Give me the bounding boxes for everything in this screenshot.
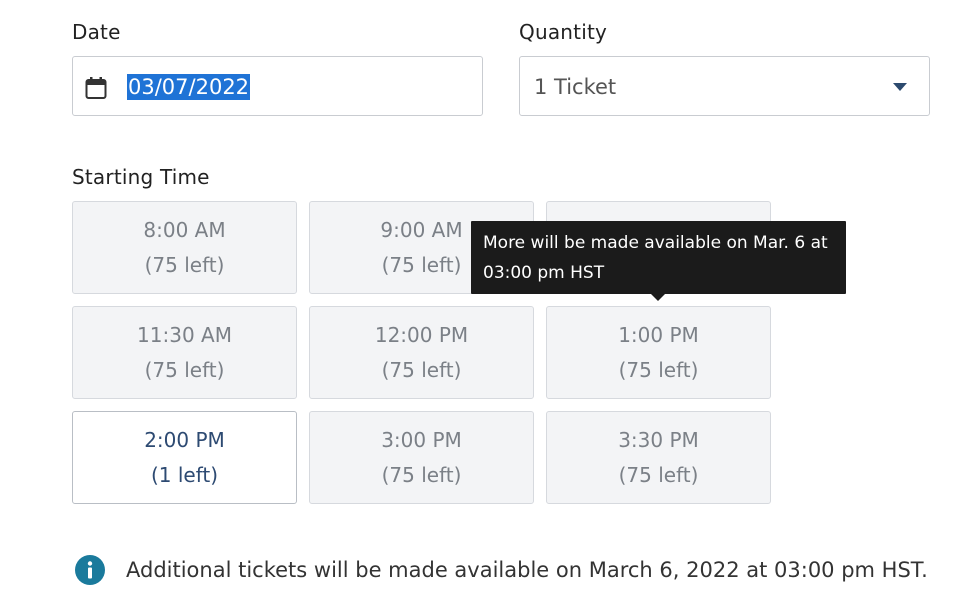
- time-slot-time: 1:00 PM: [618, 323, 699, 347]
- quantity-value: 1 Ticket: [534, 75, 617, 99]
- chevron-down-icon[interactable]: [893, 83, 907, 91]
- time-slot-time: 3:00 PM: [381, 428, 462, 452]
- time-slot-remaining: (75 left): [381, 358, 462, 382]
- time-slot-time: 2:00 PM: [144, 428, 225, 452]
- time-slot: 3:30 PM (75 left): [546, 411, 771, 504]
- tooltip-arrow: [651, 294, 665, 301]
- time-slot: 3:00 PM (75 left): [309, 411, 534, 504]
- date-label: Date: [72, 20, 121, 44]
- starting-time-label: Starting Time: [72, 165, 210, 189]
- tooltip-line-1: More will be made available on Mar. 6 at: [483, 233, 828, 253]
- date-field[interactable]: 03/07/2022: [72, 56, 483, 116]
- calendar-icon[interactable]: [85, 76, 107, 100]
- time-slot-time: 3:30 PM: [618, 428, 699, 452]
- availability-notice: Additional tickets will be made availabl…: [126, 558, 928, 582]
- quantity-label: Quantity: [519, 20, 608, 44]
- time-slot-remaining: (75 left): [144, 253, 225, 277]
- time-slot-time: 11:30 AM: [137, 323, 232, 347]
- time-slot-time: 12:00 PM: [374, 323, 469, 347]
- quantity-select[interactable]: 1 Ticket: [519, 56, 930, 116]
- time-slot: 11:30 AM (75 left): [72, 306, 297, 399]
- date-value[interactable]: 03/07/2022: [127, 74, 251, 100]
- availability-tooltip: More will be made available on Mar. 6 at…: [471, 221, 846, 294]
- time-slot-remaining: (75 left): [381, 463, 462, 487]
- info-icon: [74, 554, 106, 586]
- time-slot-remaining: (75 left): [618, 463, 699, 487]
- time-slot-time: 8:00 AM: [143, 218, 226, 242]
- time-slot-remaining: (1 left): [150, 463, 219, 487]
- time-slot-available[interactable]: 2:00 PM (1 left): [72, 411, 297, 504]
- time-slot: 8:00 AM (75 left): [72, 201, 297, 294]
- time-slot: 1:00 PM (75 left): [546, 306, 771, 399]
- time-slot-remaining: (75 left): [144, 358, 225, 382]
- tooltip-line-2: 03:00 pm HST: [483, 263, 605, 283]
- time-slot: 12:00 PM (75 left): [309, 306, 534, 399]
- time-slot-remaining: (75 left): [618, 358, 699, 382]
